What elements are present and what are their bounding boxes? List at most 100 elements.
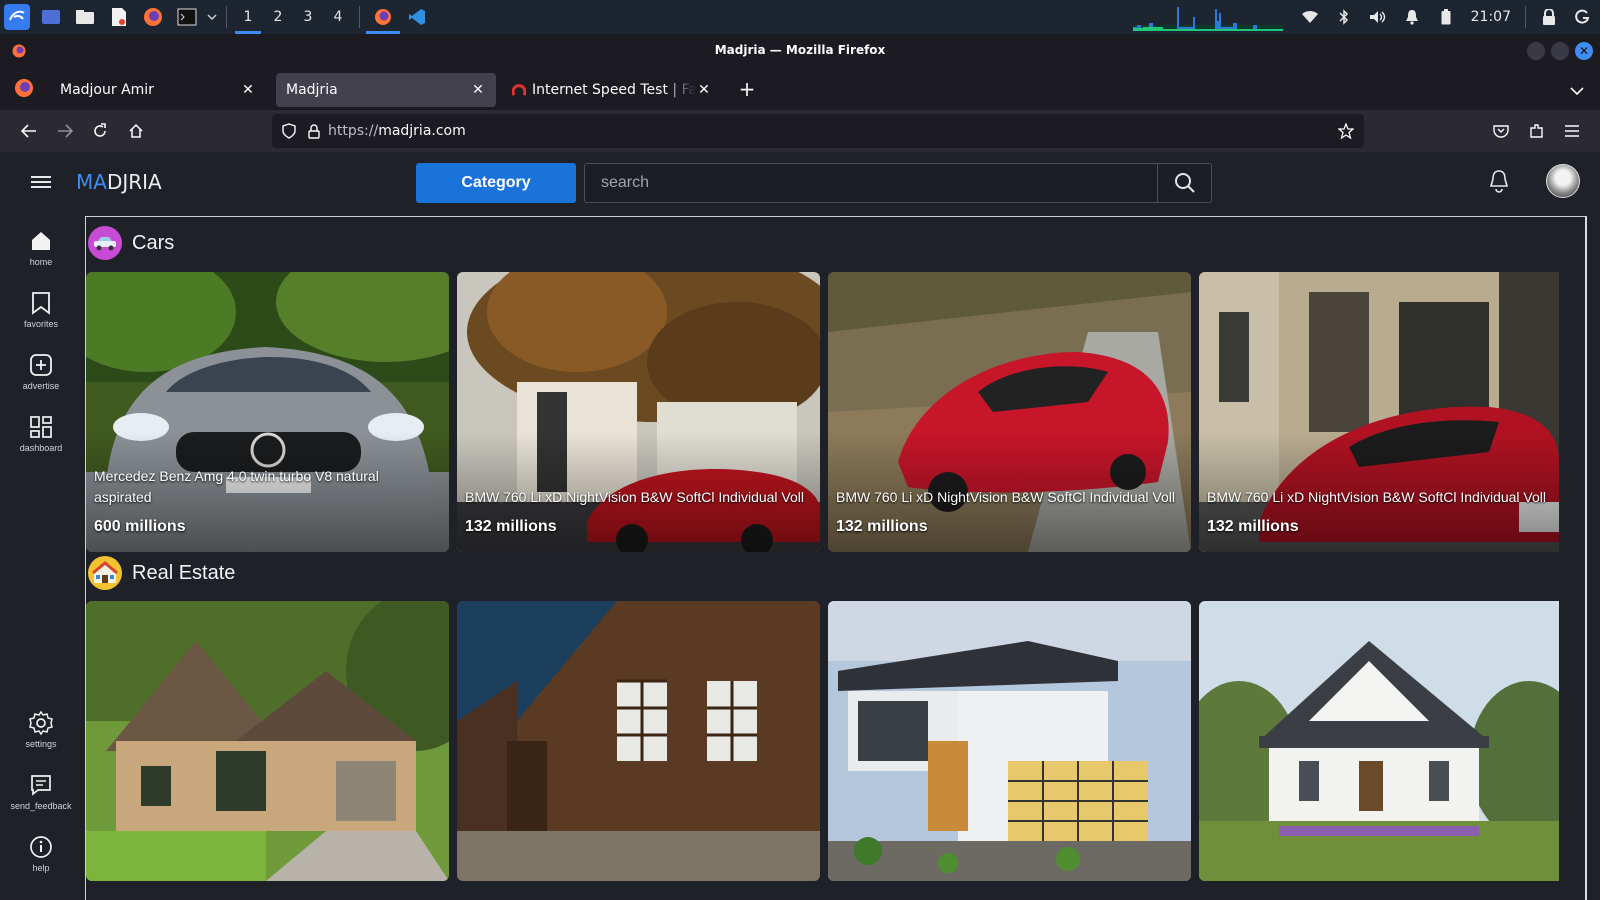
workspace-1[interactable]: 1 [233,0,263,34]
listing-title: BMW 760 Li xD NightVision B&W SoftCl Ind… [836,489,1175,505]
app-menu-icon[interactable] [1561,120,1583,142]
lock-icon[interactable] [308,123,320,139]
kali-dragon-icon [4,4,30,30]
sidebar-item-label: help [32,863,50,873]
logo-text: DJRIA [106,170,162,194]
tab-label: Madjour Amir [60,82,154,98]
tab-madjria[interactable]: Madjria ✕ [276,73,496,107]
firefox-view-icon[interactable] [14,78,34,102]
section-header-real-estate: Real Estate [88,555,235,591]
home-button[interactable] [125,120,147,142]
sidebar-item-label: home [29,257,53,267]
web-page: MADJRIA Category home favorites [0,152,1600,900]
tab-speed-test[interactable]: Internet Speed Test | Fast.com ✕ [502,73,722,107]
chevron-down-icon[interactable] [206,6,218,28]
sidebar-item-settings[interactable]: settings [0,710,82,749]
listing-card[interactable]: BMW 760 Li xD NightVision B&W SoftCl Ind… [828,272,1191,552]
sidebar-item-home[interactable]: home [0,228,82,267]
car-category-icon [88,226,122,260]
desktop-icon[interactable] [40,6,62,28]
search-input[interactable] [585,164,1157,202]
listing-price: 600 millions [94,518,186,535]
site-logo[interactable]: MADJRIA [76,170,162,194]
site-header: MADJRIA Category [0,152,1600,214]
taskbar-vscode[interactable] [400,0,434,34]
workspace-3[interactable]: 3 [293,0,323,34]
bluetooth-icon[interactable] [1327,0,1361,34]
minimize-button[interactable] [1527,42,1545,60]
window-titlebar: Madjria — Mozilla Firefox ✕ [0,34,1600,68]
text-editor-icon[interactable] [108,6,130,28]
file-manager-icon[interactable] [74,6,96,28]
listing-card[interactable]: BMW 760 Li xD NightVision B&W SoftCl Ind… [1199,272,1559,552]
wifi-icon[interactable] [1293,0,1327,34]
close-tab-icon[interactable]: ✕ [240,82,256,98]
listing-card[interactable] [457,601,820,881]
section-title: Cars [132,231,175,254]
network-monitor-graph [1132,7,1283,31]
url-bar[interactable]: https://madjria.com [272,114,1364,148]
lock-icon[interactable] [1532,0,1566,34]
search-button[interactable] [1157,164,1211,202]
feedback-icon [28,772,54,798]
terminal-launcher-icon[interactable] [176,6,198,28]
url-text[interactable]: https://madjria.com [328,123,466,139]
notifications-icon[interactable] [1395,0,1429,34]
sidebar-item-favorites[interactable]: favorites [0,290,82,329]
listing-card[interactable] [828,601,1191,881]
maximize-button[interactable] [1551,42,1569,60]
user-avatar[interactable] [1546,164,1580,198]
sidebar-item-label: settings [25,739,57,749]
pocket-icon[interactable] [1490,120,1512,142]
sidebar: home favorites advertise settings dashbo… [0,214,82,900]
listing-card[interactable]: BMW 760 Li xD NightVision B&W SoftCl Ind… [457,272,820,552]
close-tab-icon[interactable]: ✕ [470,82,486,98]
taskbar-firefox[interactable] [366,0,400,34]
tab-label: Internet Speed Test | Fast.com [532,82,696,98]
back-button[interactable] [18,120,40,142]
listing-title: BMW 760 Li xD NightVision B&W SoftCl Ind… [465,489,804,505]
modern-house-photo [828,601,1191,881]
wooden-cabin-photo [457,601,820,881]
extensions-icon[interactable] [1526,120,1548,142]
listing-card[interactable] [86,601,449,881]
workspace-4[interactable]: 4 [323,0,353,34]
list-all-tabs-button[interactable] [1570,80,1584,99]
dashboard-icon [28,414,54,440]
clock[interactable]: 21:07 [1463,9,1519,25]
forward-button[interactable] [54,120,76,142]
listing-card[interactable]: Mercedez Benz Amg 4.0 twin turbo V8 natu… [86,272,449,552]
sidebar-item-label: favorites [23,319,58,329]
brick-house-photo [86,601,449,881]
tracking-protection-icon[interactable] [282,123,296,139]
listing-card[interactable] [1199,601,1559,881]
menu-icon[interactable] [31,173,51,193]
divider [359,6,360,28]
sidebar-item-advertise[interactable]: advertise [0,352,82,391]
close-tab-icon[interactable]: ✕ [696,82,712,98]
sidebar-item-send-feedback[interactable]: send_feedback [0,772,82,811]
bookmark-star-icon[interactable] [1338,123,1354,139]
firefox-launcher-icon[interactable] [142,6,164,28]
close-window-button[interactable]: ✕ [1575,42,1593,60]
listing-price: 132 millions [1207,518,1299,535]
search-box [584,163,1212,203]
workspace-2[interactable]: 2 [263,0,293,34]
tab-madjour-amir[interactable]: Madjour Amir ✕ [50,73,266,107]
app-menu-button[interactable] [0,0,34,34]
reload-button[interactable] [89,120,111,142]
battery-icon[interactable] [1429,0,1463,34]
content-area: Cars Mercedez Benz Amg 4.0 twin turbo V8… [85,216,1587,900]
divider [226,6,227,28]
sidebar-item-help[interactable]: help [0,834,82,873]
home-icon [28,228,54,254]
category-button[interactable]: Category [416,163,576,203]
notifications-bell-icon[interactable] [1488,169,1510,197]
sidebar-item-label: dashboard [19,443,63,453]
new-tab-button[interactable]: + [736,78,758,100]
listing-price: 132 millions [465,518,557,535]
volume-icon[interactable] [1361,0,1395,34]
power-icon[interactable] [1566,0,1600,34]
sidebar-item-dashboard[interactable]: settings dashboard [0,414,82,453]
add-square-icon [28,352,54,378]
